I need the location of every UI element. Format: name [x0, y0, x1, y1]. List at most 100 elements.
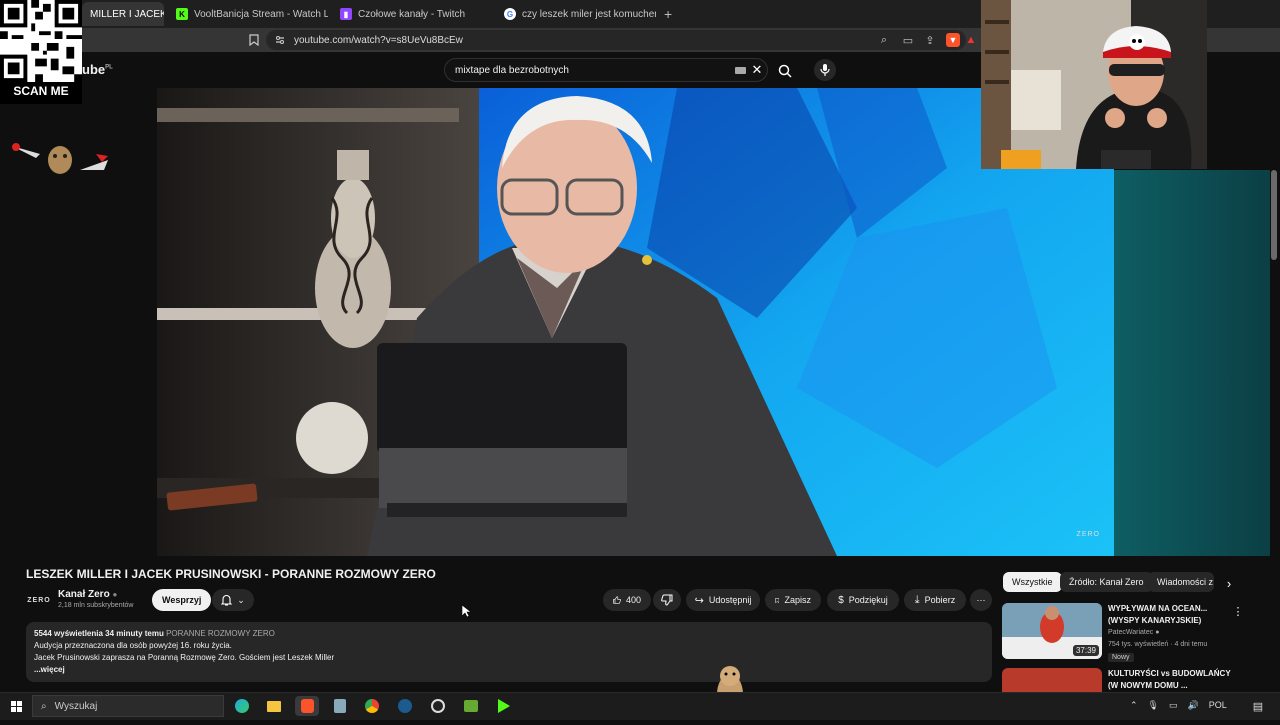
dislike-button[interactable]: [653, 589, 681, 611]
kebab-menu-icon[interactable]: ⋮: [1232, 604, 1244, 618]
chip-source[interactable]: Źródło: Kanał Zero: [1060, 572, 1153, 592]
streamer-webcam: [981, 0, 1207, 169]
system-tray[interactable]: ⌃ 🎙 ▭ 🔊 POL: [1130, 700, 1227, 711]
bookmark-icon[interactable]: [246, 32, 262, 48]
taskbar-search-input[interactable]: ⌕ Wyszukaj: [32, 695, 224, 717]
tab-label: MILLER I JACEK P...: [90, 8, 164, 20]
brave-shield-icon[interactable]: ▼: [946, 33, 960, 47]
more-icon: ⋯: [976, 594, 986, 605]
tab-youtube[interactable]: MILLER I JACEK P... ✕: [82, 2, 164, 26]
save-icon: [775, 597, 780, 603]
emote-sticker: [10, 140, 110, 176]
keyboard-icon[interactable]: [734, 64, 746, 76]
show-more-link[interactable]: ...więcej: [34, 664, 984, 676]
channel-avatar[interactable]: ZERO: [26, 590, 52, 610]
volume-icon[interactable]: 🔊: [1188, 700, 1199, 711]
save-button[interactable]: Zapisz: [765, 589, 821, 611]
search-icon: ⌕: [41, 700, 47, 712]
download-button[interactable]: ⤓ Pobierz: [904, 589, 966, 611]
new-tab-icon[interactable]: +: [664, 6, 672, 22]
chatterino-icon[interactable]: [459, 696, 483, 716]
chip-label: Źródło: Kanał Zero: [1069, 577, 1144, 587]
brave-rewards-icon[interactable]: ▲: [964, 33, 978, 47]
like-button[interactable]: 400: [603, 589, 651, 611]
tab-label: Czołowe kanały - Twitch: [358, 8, 466, 20]
edge-icon[interactable]: [230, 696, 254, 716]
download-icon: ⤓: [914, 593, 920, 606]
description-box[interactable]: 5544 wyświetlenia 34 minuty temu PORANNE…: [26, 622, 992, 682]
notification-icon[interactable]: ▤: [1250, 698, 1266, 714]
zoom-icon[interactable]: ⌕: [876, 33, 892, 47]
youtube-logo[interactable]: ubePL: [82, 62, 113, 77]
language-indicator[interactable]: POL: [1209, 700, 1227, 711]
brave-icon[interactable]: [295, 696, 319, 716]
thanks-button[interactable]: $ Podziękuj: [827, 589, 899, 611]
windows-start-icon[interactable]: [4, 696, 28, 716]
chip-all[interactable]: Wszystkie: [1003, 572, 1062, 592]
download-label: Pobierz: [924, 595, 956, 605]
url-field[interactable]: youtube.com/watch?v=s8UeVu8BcEw: [266, 30, 966, 50]
microphone-icon[interactable]: 🎙: [1148, 700, 1159, 711]
view-count: 5544 wyświetlenia: [34, 629, 103, 638]
share-button[interactable]: ↪ Udostępnij: [686, 589, 760, 611]
twitch-icon: ▮: [340, 8, 352, 20]
related-channel[interactable]: PatecWariatec ●: [1108, 629, 1159, 636]
search-input[interactable]: mixtape dla bezrobotnych: [444, 58, 768, 82]
title-line: WYPŁYWAM NA OCEAN...: [1108, 604, 1208, 613]
kick-app-icon[interactable]: [492, 696, 516, 716]
google-icon: G: [504, 8, 516, 20]
network-icon[interactable]: ▭: [1169, 700, 1178, 711]
scan-me-label: SCAN ME: [13, 84, 69, 98]
video-frame: [157, 88, 1114, 556]
chevron-down-icon: ⌄: [237, 594, 245, 605]
notepad-icon[interactable]: [328, 696, 352, 716]
file-explorer-icon[interactable]: [262, 696, 286, 716]
thumbs-down-icon: [661, 594, 673, 606]
tab-twitch[interactable]: ▮ Czołowe kanały - Twitch: [332, 2, 492, 26]
mouse-cursor-icon: [461, 604, 472, 623]
page-scrollbar[interactable]: [1271, 170, 1277, 260]
search-query: mixtape dla bezrobotnych: [455, 64, 569, 76]
site-settings-icon[interactable]: [274, 34, 286, 46]
related-video-title[interactable]: KULTURYŚCI vs BUDOWLAŃCY (W NOWYM DOMU .…: [1108, 668, 1240, 692]
cat-emote-icon: [12, 143, 108, 174]
video-player[interactable]: ZERO: [157, 88, 1114, 556]
share-page-icon[interactable]: ⇪: [922, 33, 938, 47]
chevron-right-icon[interactable]: ›: [1220, 574, 1238, 592]
obs-icon[interactable]: [426, 696, 450, 716]
tray-chevron-icon[interactable]: ⌃: [1130, 700, 1138, 711]
description-meta: 5544 wyświetlenia 34 minuty temu PORANNE…: [34, 628, 984, 640]
subscriber-count: 2,18 mln subskrybentów: [58, 602, 134, 609]
cast-icon[interactable]: ▭: [900, 33, 916, 47]
steam-icon[interactable]: [393, 696, 417, 716]
related-video-title[interactable]: WYPŁYWAM NA OCEAN... (WYSPY KANARYJSKIE): [1108, 603, 1232, 627]
thanks-label: Podziękuj: [848, 595, 888, 605]
kick-icon: K: [176, 8, 188, 20]
tab-kick[interactable]: K VooltBanicja Stream - Watch Live on: [168, 2, 328, 26]
chrome-icon[interactable]: [360, 696, 384, 716]
logo-text: ube: [82, 62, 106, 77]
voice-search-icon[interactable]: [814, 59, 836, 81]
title-line: KULTURYŚCI vs BUDOWLAŃCY: [1108, 669, 1231, 678]
description-line: Audycja przeznaczona dla osób powyżej 16…: [34, 641, 232, 650]
new-badge: Nowy: [1108, 653, 1134, 662]
chip-news[interactable]: Wiadomości z: [1148, 572, 1214, 592]
search-icon[interactable]: [776, 62, 794, 80]
tab-label: VooltBanicja Stream - Watch Live on: [194, 8, 328, 20]
description-tag[interactable]: PORANNE ROZMOWY ZERO: [166, 629, 275, 638]
video-thumbnail[interactable]: 37:39: [1002, 603, 1102, 659]
region-code: PL: [105, 64, 113, 71]
like-count: 400: [625, 595, 641, 605]
clear-search-icon[interactable]: ✕: [750, 62, 764, 78]
bell-icon: [221, 594, 233, 606]
description-line: Jacek Prusinowski zaprasza na Poranną Ro…: [34, 653, 335, 662]
support-button[interactable]: Wesprzyj: [152, 589, 212, 611]
video-thumbnail[interactable]: [1002, 668, 1102, 692]
thumbs-up-icon: [613, 596, 621, 604]
channel-name[interactable]: Kanał Zero ●: [58, 589, 117, 600]
more-actions-button[interactable]: ⋯: [970, 589, 992, 611]
subscribe-bell-button[interactable]: ⌄: [212, 589, 254, 611]
chip-label: Wszystkie: [1012, 577, 1053, 587]
tab-google[interactable]: G czy leszek miler jest komuchem - Sz...: [496, 2, 656, 26]
duration-badge: 37:39: [1072, 645, 1099, 656]
